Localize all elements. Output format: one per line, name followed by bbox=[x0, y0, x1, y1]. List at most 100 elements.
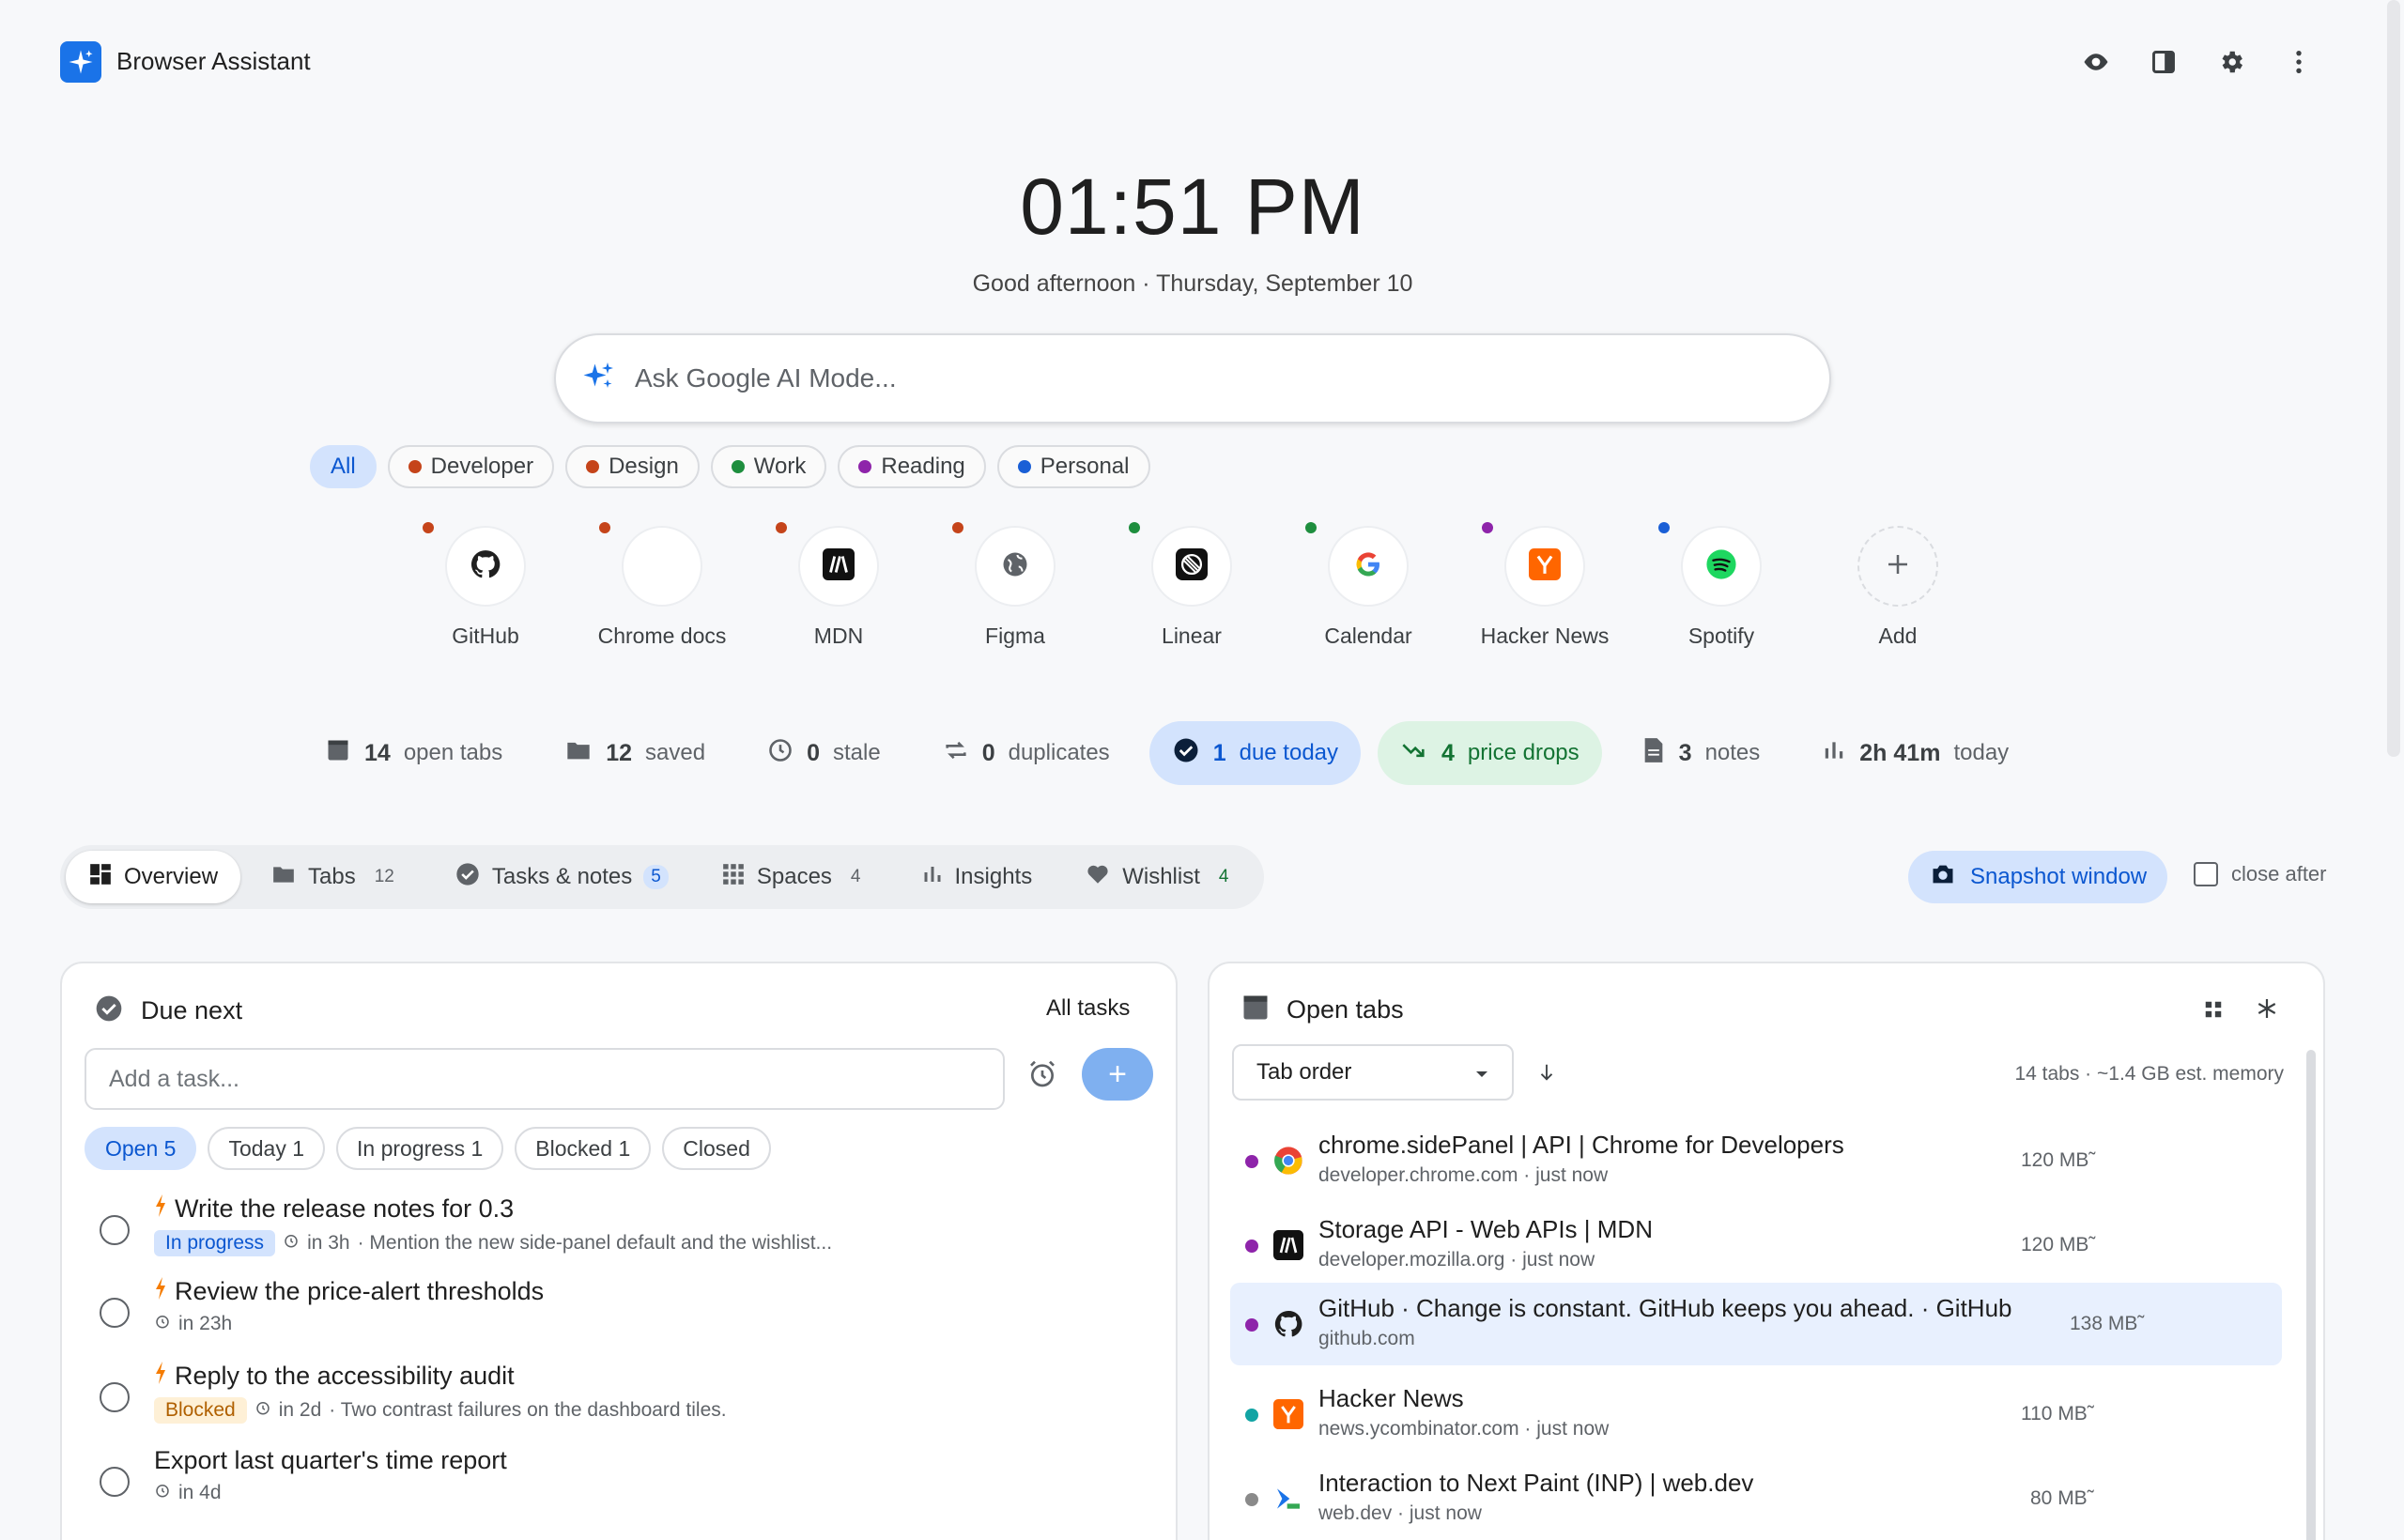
stat-time-today[interactable]: 2h 41m today bbox=[1799, 721, 2031, 785]
sort-direction-icon[interactable] bbox=[1536, 1061, 1557, 1088]
group-dot bbox=[1245, 1493, 1258, 1506]
stat-price-drops[interactable]: 4 price drops bbox=[1378, 721, 1602, 785]
tab-label: Tabs bbox=[308, 864, 356, 889]
github-icon bbox=[1273, 1309, 1303, 1339]
chip-design[interactable]: Design bbox=[565, 445, 700, 488]
bolt-icon bbox=[154, 1362, 167, 1391]
close-after-checkbox[interactable] bbox=[2194, 862, 2218, 886]
side-panel-icon[interactable] bbox=[2145, 43, 2182, 81]
tabs-summary: 14 tabs · ~1.4 GB est. memory bbox=[2014, 1063, 2284, 1085]
task-checkbox[interactable] bbox=[100, 1215, 130, 1245]
greeting: Good afternoon · Thursday, September 10 bbox=[972, 270, 1413, 297]
snowflake-icon[interactable] bbox=[2256, 997, 2278, 1024]
open-tab-row[interactable]: Storage API - Web APIs | MDN developer.m… bbox=[1230, 1204, 2282, 1286]
snapshot-window-button[interactable]: Snapshot window bbox=[1908, 851, 2168, 903]
tab-title: Storage API - Web APIs | MDN bbox=[1318, 1215, 1653, 1243]
tab-subtitle: developer.chrome.com · just now bbox=[1318, 1164, 1609, 1186]
count-badge: 4 bbox=[1218, 867, 1229, 886]
page-scrollbar[interactable] bbox=[2387, 0, 2400, 757]
task-item[interactable]: Write the release notes for 0.3 In progr… bbox=[100, 1194, 1151, 1270]
shortcut-chrome-docs[interactable]: Chrome docs bbox=[592, 522, 732, 649]
stat-label: today bbox=[1953, 740, 2010, 765]
category-dot bbox=[1017, 460, 1031, 473]
open-tab-row[interactable]: chrome.sidePanel | API | Chrome for Deve… bbox=[1230, 1119, 2282, 1202]
ai-search-input[interactable] bbox=[635, 363, 1762, 393]
task-checkbox[interactable] bbox=[100, 1382, 130, 1412]
ai-search-box[interactable] bbox=[554, 333, 1831, 424]
tab-label: Wishlist bbox=[1122, 864, 1200, 889]
panel-scrollbar[interactable] bbox=[2306, 1050, 2316, 1540]
tab-memory: 120 MB˜ bbox=[2021, 1149, 2096, 1171]
grid-view-icon[interactable] bbox=[2203, 999, 2224, 1024]
filter-closed[interactable]: Closed bbox=[662, 1127, 771, 1170]
all-tasks-link[interactable]: All tasks bbox=[1046, 995, 1130, 1022]
task-checkbox[interactable] bbox=[100, 1298, 130, 1328]
chip-all[interactable]: All bbox=[310, 445, 377, 488]
task-checkbox[interactable] bbox=[100, 1467, 130, 1497]
count-badge: 4 bbox=[850, 867, 861, 886]
filter-open[interactable]: Open 5 bbox=[85, 1127, 197, 1170]
alarm-icon[interactable] bbox=[1027, 1059, 1057, 1094]
folder-icon bbox=[270, 862, 297, 893]
shortcut-github[interactable]: GitHub bbox=[415, 522, 556, 649]
stat-open-tabs[interactable]: 14 open tabs bbox=[302, 721, 525, 785]
shortcut-mdn[interactable]: MDN bbox=[768, 522, 909, 649]
category-dot bbox=[599, 522, 610, 533]
task-item[interactable]: Export last quarter's time report in 4d bbox=[100, 1446, 1151, 1521]
plus-icon bbox=[1884, 550, 1912, 583]
tab-tabs[interactable]: Tabs 12 bbox=[248, 851, 424, 903]
task-item[interactable]: Reply to the accessibility audit Blocked… bbox=[100, 1362, 1151, 1437]
category-dot bbox=[423, 522, 434, 533]
add-task-input[interactable] bbox=[85, 1048, 1005, 1110]
eye-icon[interactable] bbox=[2077, 43, 2115, 81]
tab-insights[interactable]: Insights bbox=[899, 851, 1056, 903]
close-after-toggle[interactable]: close after bbox=[2194, 862, 2327, 886]
tab-title: chrome.sidePanel | API | Chrome for Deve… bbox=[1318, 1131, 1844, 1159]
task-item[interactable]: Review the price-alert thresholds in 23h bbox=[100, 1277, 1151, 1352]
chip-personal[interactable]: Personal bbox=[996, 445, 1150, 488]
shortcut-linear[interactable]: Linear bbox=[1121, 522, 1262, 649]
shortcut-calendar[interactable]: Calendar bbox=[1298, 522, 1439, 649]
chip-developer[interactable]: Developer bbox=[387, 445, 555, 488]
chip-reading[interactable]: Reading bbox=[838, 445, 986, 488]
tab-tasks-notes[interactable]: Tasks & notes 5 bbox=[432, 851, 691, 903]
task-item[interactable] bbox=[100, 1531, 1151, 1540]
group-dot bbox=[1245, 1318, 1258, 1332]
open-tab-row[interactable]: Interaction to Next Paint (INP) | web.de… bbox=[1230, 1457, 2282, 1540]
task-title: Review the price-alert thresholds bbox=[175, 1277, 545, 1305]
task-filters: Open 5 Today 1 In progress 1 Blocked 1 C… bbox=[85, 1127, 771, 1170]
stat-label: due today bbox=[1239, 740, 1339, 765]
tab-wishlist[interactable]: Wishlist 4 bbox=[1062, 851, 1258, 903]
stat-saved[interactable]: 12 saved bbox=[542, 721, 728, 785]
stat-duplicates[interactable]: 0 duplicates bbox=[920, 721, 1133, 785]
shortcut-label: Add bbox=[1878, 624, 1918, 648]
shortcut-figma[interactable]: Figma bbox=[945, 522, 1086, 649]
more-vert-icon[interactable] bbox=[2280, 43, 2318, 81]
stat-label: saved bbox=[645, 740, 706, 765]
chip-work[interactable]: Work bbox=[710, 445, 827, 488]
tab-memory: 120 MB˜ bbox=[2021, 1234, 2096, 1255]
category-dot bbox=[1482, 522, 1493, 533]
tab-spaces[interactable]: Spaces 4 bbox=[699, 851, 891, 903]
tab-sort-select[interactable]: Tab order bbox=[1232, 1044, 1514, 1101]
stat-notes[interactable]: 3 notes bbox=[1619, 721, 1783, 785]
shortcut-spotify[interactable]: Spotify bbox=[1651, 522, 1792, 649]
shortcut-add[interactable]: Add bbox=[1827, 526, 1968, 649]
check-circle-icon bbox=[94, 993, 124, 1028]
stat-stale[interactable]: 0 stale bbox=[745, 721, 903, 785]
open-tab-row[interactable]: GitHub · Change is constant. GitHub keep… bbox=[1230, 1283, 2282, 1365]
gear-icon[interactable] bbox=[2212, 43, 2250, 81]
shortcut-hacker-news[interactable]: Hacker News bbox=[1474, 522, 1615, 649]
add-task-button[interactable]: + bbox=[1082, 1048, 1153, 1101]
open-tab-row[interactable]: Hacker News news.ycombinator.com · just … bbox=[1230, 1373, 2282, 1455]
category-dot bbox=[776, 522, 787, 533]
shortcut-label: Chrome docs bbox=[597, 624, 727, 648]
tab-overview[interactable]: Overview bbox=[66, 851, 241, 903]
filter-in-progress[interactable]: In progress 1 bbox=[336, 1127, 504, 1170]
tab-subtitle: developer.mozilla.org · just now bbox=[1318, 1249, 1595, 1270]
spotify-icon bbox=[1705, 548, 1737, 585]
note-icon bbox=[1641, 737, 1666, 770]
filter-blocked[interactable]: Blocked 1 bbox=[515, 1127, 652, 1170]
filter-today[interactable]: Today 1 bbox=[208, 1127, 326, 1170]
stat-due-today[interactable]: 1 due today bbox=[1148, 721, 1362, 785]
